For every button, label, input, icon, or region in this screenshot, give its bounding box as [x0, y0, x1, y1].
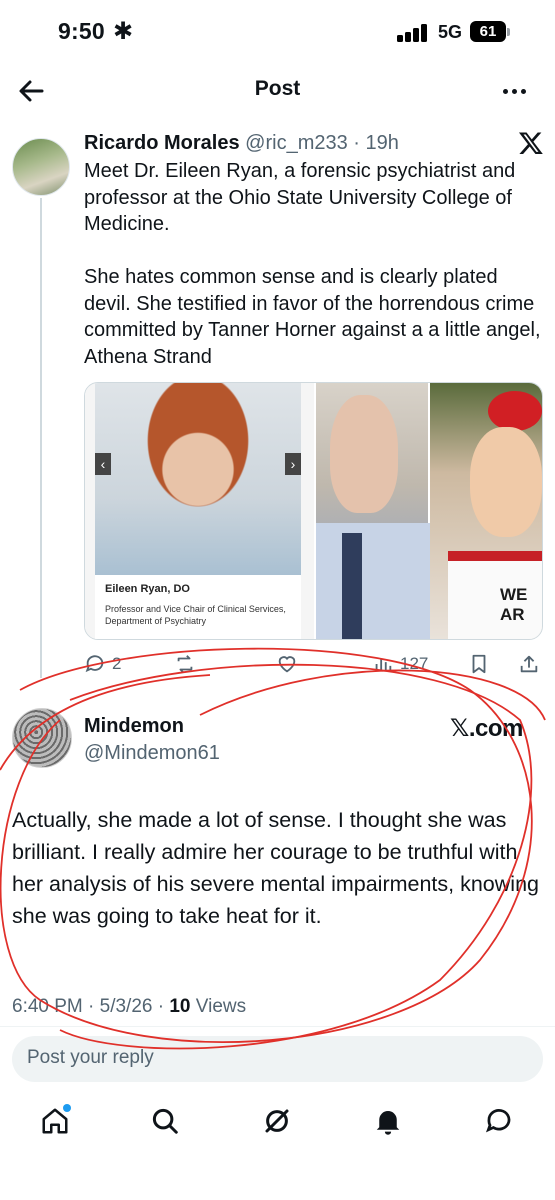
notifications-icon[interactable]: [373, 1106, 407, 1140]
author-handle-time: @ric_m233 · 19h: [245, 132, 399, 154]
network-type: 5G: [438, 22, 463, 42]
author-name[interactable]: Mindemon: [84, 715, 184, 738]
chevron-left-icon: ‹: [95, 453, 111, 475]
parent-post[interactable]: Ricardo Morales @ric_m233 · 19h Meet Dr.…: [0, 118, 555, 678]
repost-button[interactable]: [174, 650, 196, 678]
nav-header: Post: [0, 62, 555, 118]
portrait-photo: [95, 383, 301, 575]
post-actions: 2 127: [84, 650, 544, 680]
reply-button[interactable]: 2: [84, 650, 121, 678]
battery-icon: 61: [470, 21, 506, 42]
page-title: Post: [254, 77, 301, 100]
post-body: Meet Dr. Eileen Ryan, a forensic psychia…: [84, 160, 541, 368]
bottom-tab-bar: [0, 1098, 555, 1158]
portrait-head: [330, 395, 398, 513]
reply-count: 2: [112, 654, 122, 673]
reply-icon: [85, 655, 104, 673]
caption-name: Eileen Ryan, DO: [105, 583, 190, 595]
status-time: 9:50: [58, 18, 105, 44]
reply-post[interactable]: Mindemon @Mindemon61 𝕏.com Actually, she…: [0, 690, 555, 1030]
chevron-right-icon: ›: [285, 453, 301, 475]
thread-line: [40, 198, 42, 678]
bookmark-button[interactable]: [468, 650, 490, 678]
home-indicator: [207, 1184, 349, 1189]
media-image-girl[interactable]: WE AR: [430, 383, 542, 639]
grok-icon[interactable]: [262, 1106, 296, 1140]
author-handle[interactable]: @Mindemon61: [84, 742, 220, 765]
divider: [0, 1026, 555, 1027]
notification-dot: [63, 1104, 71, 1112]
post-timestamp: 6:40 PM · 5/3/26 · 10 Views: [12, 996, 246, 1018]
cellular-signal-icon: [397, 24, 431, 42]
timestamp-text: 6:40 PM · 5/3/26 ·: [12, 996, 170, 1017]
x-logo-icon: [518, 130, 544, 156]
views-button[interactable]: 127: [372, 650, 428, 678]
post-body: Actually, she made a lot of sense. I tho…: [12, 808, 539, 928]
red-bow: [488, 391, 542, 431]
views-count: 127: [400, 654, 429, 673]
battery-tip: [507, 28, 510, 36]
shirt-text: WE AR: [500, 585, 528, 624]
post-header: Ricardo Morales @ric_m233 · 19h: [84, 132, 399, 155]
reply-placeholder: Post your reply: [27, 1047, 154, 1068]
views-count: 10: [169, 996, 191, 1017]
heart-icon: [278, 656, 296, 673]
more-options-icon[interactable]: [497, 74, 531, 108]
image-caption: Eileen Ryan, DO Professor and Vice Chair…: [95, 575, 301, 639]
messages-icon[interactable]: [484, 1106, 518, 1140]
caption-description: Professor and Vice Chair of Clinical Ser…: [105, 604, 286, 626]
bookmark-icon: [472, 654, 486, 674]
media-image-man[interactable]: [316, 383, 430, 639]
views-icon: [375, 658, 392, 672]
media-image-eileen-ryan[interactable]: ‹ › Eileen Ryan, DO Professor and Vice C…: [85, 383, 316, 639]
repost-icon: [177, 655, 193, 673]
reply-input[interactable]: Post your reply: [12, 1036, 543, 1082]
portrait-shirt: [316, 523, 430, 639]
like-button[interactable]: [276, 650, 298, 678]
focus-mode-icon: ✱: [113, 18, 134, 45]
media-grid[interactable]: ‹ › Eileen Ryan, DO Professor and Vice C…: [84, 382, 543, 640]
views-label: Views: [190, 996, 247, 1017]
search-icon[interactable]: [150, 1106, 184, 1140]
status-bar: 9:50 ✱ 5G 61: [0, 0, 555, 62]
share-icon: [520, 655, 538, 673]
share-button[interactable]: [518, 650, 540, 678]
portrait-face: [470, 427, 542, 537]
portrait-tie: [342, 533, 362, 639]
avatar[interactable]: [12, 708, 72, 768]
author-name[interactable]: Ricardo Morales: [84, 132, 240, 154]
x-com-watermark: 𝕏.com: [450, 715, 523, 742]
avatar[interactable]: [12, 138, 70, 196]
